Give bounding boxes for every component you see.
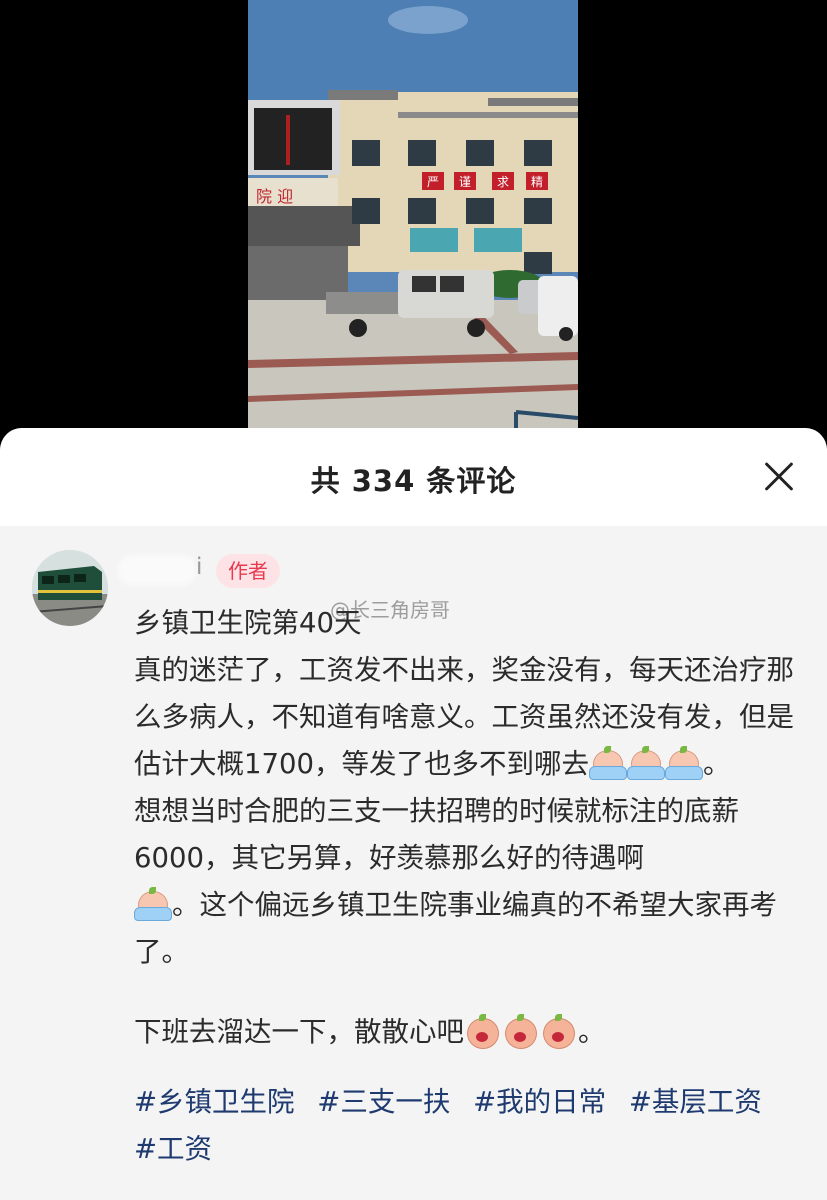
comment-paragraph-3: 下班去溜达一下，散散心吧 。	[134, 1009, 794, 1056]
comment-line-title: 乡镇卫生院第40天	[134, 607, 362, 639]
author-badge: 作者	[216, 554, 280, 588]
avatar[interactable]	[32, 550, 108, 626]
sign-char-3: 求	[497, 175, 509, 189]
close-icon[interactable]	[763, 461, 795, 493]
hashtag-link[interactable]: #我的日常	[473, 1086, 606, 1118]
sign-char-2: 谨	[459, 175, 471, 189]
train-avatar-image	[32, 550, 108, 626]
shouting-emoji-icon	[464, 1014, 500, 1049]
comment-text-4-end: 。	[578, 1016, 606, 1048]
shouting-emoji-icon	[540, 1014, 576, 1049]
comment-text-1-end: 。	[702, 748, 731, 780]
hashtag-link[interactable]: #乡镇卫生院	[134, 1086, 295, 1118]
left-sign-text: 院 迎	[256, 187, 293, 206]
comment-panel: 共 334 条评论 i 作者 @长三角房哥 乡镇卫生院第40天 真的迷茫了，工资…	[0, 428, 827, 1200]
post-photo[interactable]: 院 迎 严 谨 求 精	[248, 0, 578, 430]
comment-body: 乡镇卫生院第40天 真的迷茫了，工资发不出来，奖金没有，每天还治疗那么多病人，不…	[134, 600, 794, 1056]
crying-emoji-icon	[664, 746, 703, 780]
hashtag-list: #乡镇卫生院 #三支一扶 #我的日常 #基层工资 #工资	[134, 1079, 814, 1173]
comment-paragraph-2: 想想当时合肥的三支一扶招聘的时候就标注的底薪6000，其它另算，好羡慕那么好的待…	[134, 788, 794, 976]
comment-paragraph-1: 真的迷茫了，工资发不出来，奖金没有，每天还治疗那么多病人，不知道有啥意义。工资虽…	[134, 647, 794, 788]
hashtag-link[interactable]: #工资	[134, 1133, 212, 1165]
comment-text-4: 下班去溜达一下，散散心吧	[134, 1016, 464, 1048]
comment-count-title: 共 334 条评论	[310, 464, 517, 498]
comment-text-3: 。这个偏远乡镇卫生院事业编真的不希望大家再考了。	[134, 889, 777, 968]
crying-emoji-icon	[626, 746, 665, 780]
crying-emoji-icon	[134, 887, 172, 921]
username-redacted	[118, 555, 196, 585]
hashtag-link[interactable]: #三支一扶	[317, 1086, 450, 1118]
comment-text-2: 想想当时合肥的三支一扶招聘的时候就标注的底薪6000，其它另算，好羡慕那么好的待…	[134, 795, 739, 874]
sign-char-4: 精	[531, 175, 543, 189]
building-photo-illustration: 院 迎 严 谨 求 精	[248, 0, 578, 430]
comment-panel-header: 共 334 条评论	[0, 428, 827, 526]
sign-char-1: 严	[427, 175, 439, 189]
shouting-emoji-icon	[502, 1014, 538, 1049]
username[interactable]: i	[196, 554, 202, 580]
hashtag-link[interactable]: #基层工资	[629, 1086, 762, 1118]
crying-emoji-icon	[588, 746, 627, 780]
